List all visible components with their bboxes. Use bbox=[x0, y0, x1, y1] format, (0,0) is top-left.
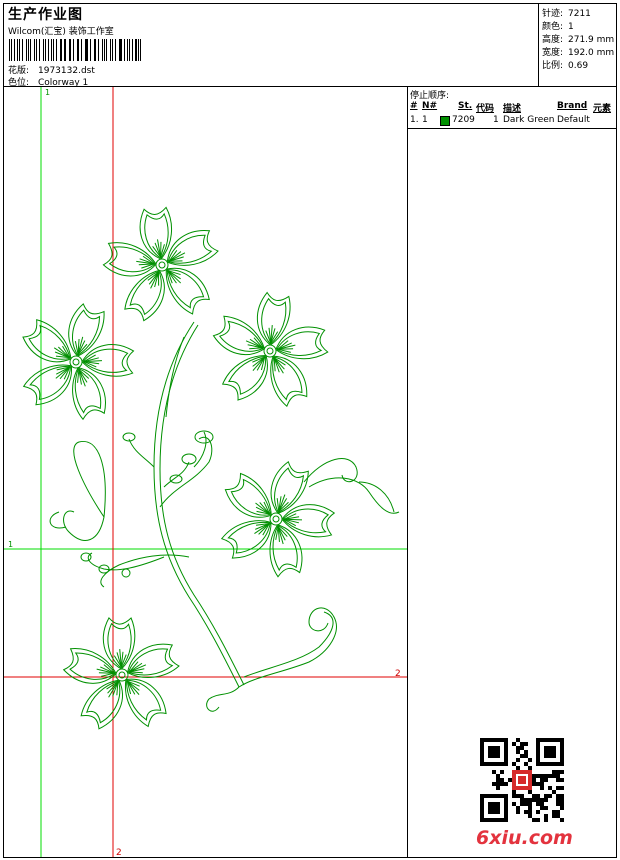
col-num: # bbox=[410, 101, 418, 111]
design-preview: 1 1 2 2 bbox=[3, 87, 408, 858]
row-n: 1 bbox=[422, 115, 428, 125]
stat-stitches: 针迹: 7211 bbox=[542, 9, 591, 19]
col-desc: 描述 bbox=[503, 104, 522, 114]
col-n: N# bbox=[422, 101, 438, 111]
row-desc: Dark Green bbox=[503, 115, 555, 125]
stats-panel: 针迹: 7211 颜色: 1 高度: 271.9 mm 宽度: 192.0 mm 比例:… bbox=[538, 3, 617, 87]
stop-sequence-divider bbox=[408, 128, 617, 129]
stat-colors: 颜色: 1 bbox=[542, 22, 574, 32]
row-num: 1. bbox=[410, 115, 419, 125]
stem-bud-branch bbox=[159, 436, 213, 508]
flower-right bbox=[212, 291, 329, 408]
qr-code bbox=[480, 738, 564, 822]
stat-scale: 比例: 0.69 bbox=[542, 61, 589, 71]
stat-width: 宽度: 192.0 mm bbox=[542, 48, 615, 58]
stop-sequence-panel: 停止顺序: # N# St. 代码 描述 Brand 元素 1. 1 7209 … bbox=[408, 87, 617, 858]
flower-middle-right bbox=[220, 460, 336, 578]
col-st: St. bbox=[458, 101, 473, 111]
guide-label-red-bottom: 2 bbox=[116, 848, 122, 857]
col-code: 代码 bbox=[476, 104, 495, 114]
header-panel: 生产作业图 Wilcom(汇宝) 装饰工作室 花版: 1973132.dst 色位… bbox=[3, 3, 538, 88]
stem-right-curl bbox=[238, 607, 337, 688]
stop-sequence-header: # N# St. 代码 描述 Brand 元素 bbox=[410, 101, 613, 114]
stop-sequence-title: 停止顺序: bbox=[410, 91, 450, 101]
stat-height: 高度: 271.9 mm bbox=[542, 35, 615, 45]
col-element: 元素 bbox=[593, 104, 612, 114]
flower-top bbox=[102, 206, 219, 322]
barcode bbox=[9, 39, 144, 61]
watermark-logo: 6xiu.com bbox=[476, 827, 573, 849]
stem-bottom-curl bbox=[206, 686, 240, 712]
row-code: 7209 bbox=[452, 115, 475, 125]
guide-label-green-top: 1 bbox=[45, 88, 50, 97]
sheet-title: 生产作业图 bbox=[8, 7, 83, 23]
embroidery-design: 1 1 2 2 bbox=[4, 87, 407, 857]
company-name: Wilcom(汇宝) 装饰工作室 bbox=[8, 27, 114, 37]
guide-label-red-right: 2 bbox=[395, 669, 401, 679]
flower-bottom bbox=[62, 617, 180, 730]
flower-left bbox=[22, 303, 135, 421]
flowers bbox=[22, 206, 336, 730]
col-brand: Brand bbox=[557, 101, 588, 111]
stop-row: 1. 1 7209 1 Dark Green Default bbox=[410, 115, 613, 127]
row-st: 1 bbox=[493, 115, 499, 125]
row-brand: Default bbox=[557, 115, 590, 125]
loop-left bbox=[63, 440, 106, 541]
guide-label-green-left: 1 bbox=[8, 540, 13, 549]
